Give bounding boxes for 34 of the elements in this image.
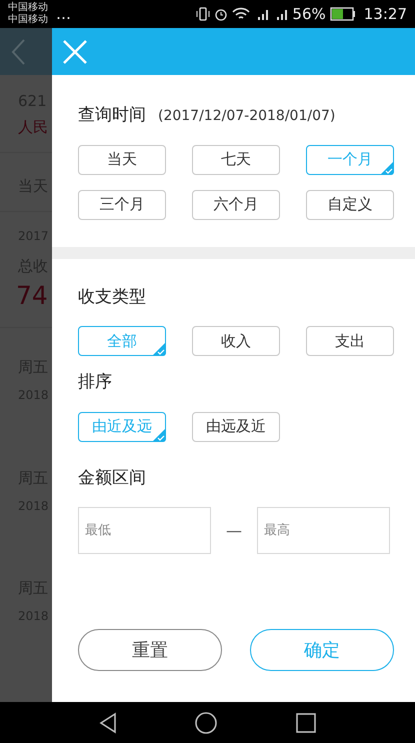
reset-button[interactable]: 重置	[78, 629, 222, 671]
more-notifications: …	[56, 4, 71, 25]
amount-max-field[interactable]: 最高	[257, 507, 390, 554]
clock-time: 13:27	[364, 4, 407, 25]
wifi-icon	[232, 7, 250, 21]
section-title: 排序	[78, 371, 112, 394]
filter-option[interactable]: 自定义	[306, 190, 394, 220]
range-separator: —	[225, 520, 243, 542]
filter-option[interactable]: 当天	[78, 144, 166, 174]
date-range: (2017/12/07-2018/01/07)	[158, 107, 336, 126]
home-icon[interactable]	[195, 712, 218, 734]
check-corner-icon	[380, 160, 394, 174]
check-corner-icon	[152, 428, 166, 442]
filter-option[interactable]: 由远及近	[192, 412, 280, 442]
filter-option[interactable]: 收入	[192, 326, 280, 356]
vibrate-icon	[196, 7, 210, 21]
battery-icon	[330, 7, 356, 21]
filter-option[interactable]: 三个月	[78, 190, 166, 220]
section-title: 查询时间	[78, 104, 146, 127]
currency-label: 人民	[17, 118, 49, 136]
alarm-icon	[214, 7, 228, 21]
filter-option[interactable]: 七天	[192, 144, 280, 174]
carrier-name: 中国移动	[8, 2, 48, 14]
section-title: 金额区间	[78, 466, 146, 490]
recents-icon[interactable]	[296, 712, 316, 732]
filter-option[interactable]: 六个月	[192, 190, 280, 220]
check-corner-icon	[152, 342, 166, 356]
carrier-name: 中国移动	[8, 14, 48, 26]
section-title: 收支类型	[78, 286, 146, 308]
summary-amount: 74	[15, 281, 49, 312]
battery-percent: 56%	[292, 4, 326, 25]
back-icon[interactable]	[99, 712, 118, 734]
filter-option[interactable]: 支出	[306, 326, 394, 356]
amount-min-field[interactable]: 最低	[78, 507, 211, 554]
